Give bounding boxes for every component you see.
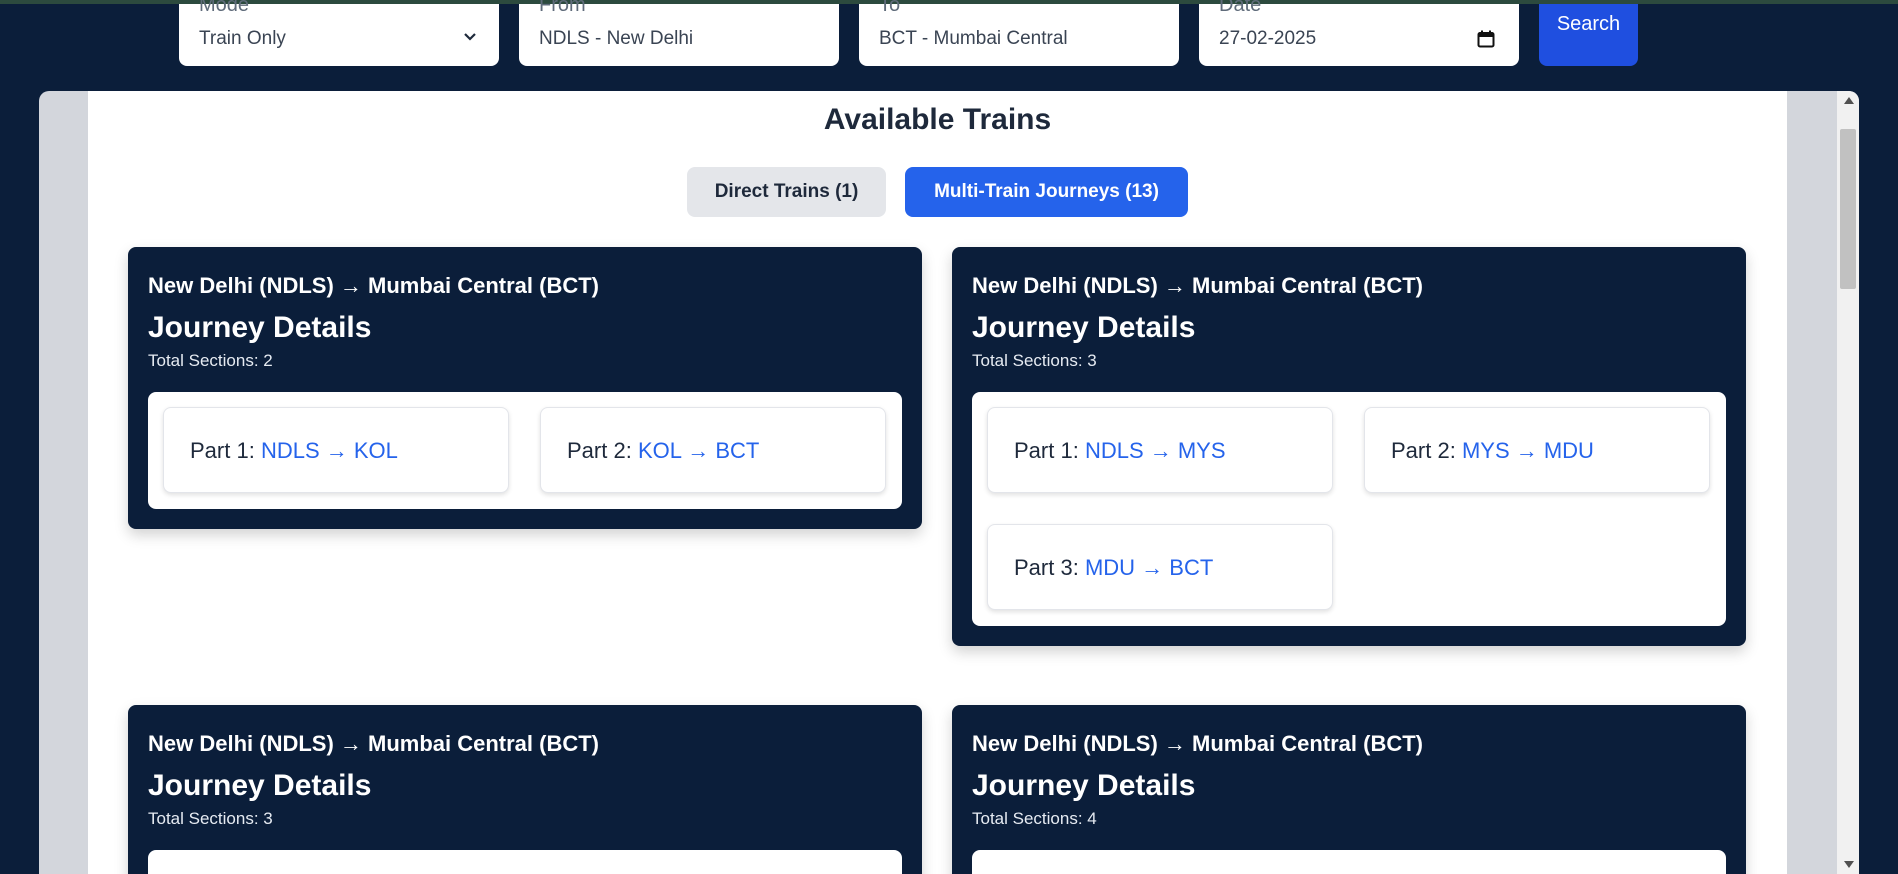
journey-card[interactable]: New Delhi (NDLS) → Mumbai Central (BCT) … xyxy=(952,247,1746,646)
journey-sections: Total Sections: 2 xyxy=(148,351,273,370)
results-panel: Available Trains Direct Trains (1) Multi… xyxy=(39,91,1859,874)
part-route: MYS → MDU xyxy=(1461,438,1594,463)
mode-select[interactable]: Mode Train Only xyxy=(179,0,499,66)
search-bar: Mode Train Only From NDLS - New Delhi To… xyxy=(0,0,1898,70)
journey-part[interactable]: Part 2: MYS → MDU xyxy=(1364,407,1710,493)
results-content: Available Trains Direct Trains (1) Multi… xyxy=(88,91,1787,874)
mode-label: Mode xyxy=(199,0,250,16)
journey-part[interactable]: Part 1: NDLS → MYS xyxy=(987,407,1333,493)
part-route: MDU → BCT xyxy=(1084,555,1214,580)
journey-title: Journey Details xyxy=(148,311,372,344)
journey-sections: Total Sections: 4 xyxy=(972,809,1097,828)
journey-route: New Delhi (NDLS) → Mumbai Central (BCT) xyxy=(972,273,1424,298)
date-label: Date xyxy=(1219,0,1262,16)
to-field[interactable]: To BCT - Mumbai Central xyxy=(859,0,1179,66)
date-field[interactable]: Date 27-02-2025 xyxy=(1199,0,1519,66)
part-label: Part 1: xyxy=(190,438,255,463)
scrollbar[interactable] xyxy=(1837,91,1859,874)
tab-multi-train-journeys[interactable]: Multi-Train Journeys (13) xyxy=(905,167,1188,217)
journey-card[interactable]: New Delhi (NDLS) → Mumbai Central (BCT) … xyxy=(952,705,1746,874)
part-label: Part 2: xyxy=(1391,438,1456,463)
date-value: 27-02-2025 xyxy=(1219,28,1317,49)
part-route: NDLS → KOL xyxy=(260,438,398,463)
journey-parts xyxy=(972,850,1726,874)
to-label: To xyxy=(879,0,901,16)
from-label: From xyxy=(539,0,586,16)
journey-card[interactable]: New Delhi (NDLS) → Mumbai Central (BCT) … xyxy=(128,247,922,529)
journey-parts: Part 1: NDLS → KOL Part 2: KOL → BCT xyxy=(148,392,902,509)
scroll-up-arrow-icon[interactable] xyxy=(1844,97,1854,104)
part-route: KOL → BCT xyxy=(637,438,760,463)
journey-title: Journey Details xyxy=(972,311,1196,344)
journey-route: New Delhi (NDLS) → Mumbai Central (BCT) xyxy=(972,731,1424,756)
part-label: Part 1: xyxy=(1014,438,1079,463)
search-button[interactable]: Search xyxy=(1539,4,1638,66)
from-value: NDLS - New Delhi xyxy=(539,28,694,49)
journey-part[interactable]: Part 3: MDU → BCT xyxy=(987,524,1333,610)
journey-part[interactable]: Part 1: NDLS → KOL xyxy=(163,407,509,493)
journey-title: Journey Details xyxy=(972,769,1196,802)
journey-parts xyxy=(148,850,902,874)
journey-part[interactable]: Part 2: KOL → BCT xyxy=(540,407,886,493)
page-title: Available Trains xyxy=(823,103,1052,136)
tab-direct-trains[interactable]: Direct Trains (1) xyxy=(687,167,886,217)
chevron-down-icon xyxy=(464,33,476,41)
scroll-thumb[interactable] xyxy=(1840,129,1856,289)
journey-route: New Delhi (NDLS) → Mumbai Central (BCT) xyxy=(148,273,600,298)
journey-parts: Part 1: NDLS → MYS Part 2: MYS → MDU Par… xyxy=(972,392,1726,626)
calendar-icon[interactable] xyxy=(1477,30,1495,48)
part-label: Part 3: xyxy=(1014,555,1079,580)
journey-tabs: Direct Trains (1) Multi-Train Journeys (… xyxy=(88,167,1787,217)
journey-route: New Delhi (NDLS) → Mumbai Central (BCT) xyxy=(148,731,600,756)
part-label: Part 2: xyxy=(567,438,632,463)
journey-card[interactable]: New Delhi (NDLS) → Mumbai Central (BCT) … xyxy=(128,705,922,874)
mode-value: Train Only xyxy=(199,28,286,49)
journey-sections: Total Sections: 3 xyxy=(972,351,1097,370)
scroll-down-arrow-icon[interactable] xyxy=(1844,861,1854,868)
from-field[interactable]: From NDLS - New Delhi xyxy=(519,0,839,66)
journey-sections: Total Sections: 3 xyxy=(148,809,273,828)
part-route: NDLS → MYS xyxy=(1084,438,1226,463)
journey-title: Journey Details xyxy=(148,769,372,802)
to-value: BCT - Mumbai Central xyxy=(879,28,1068,49)
